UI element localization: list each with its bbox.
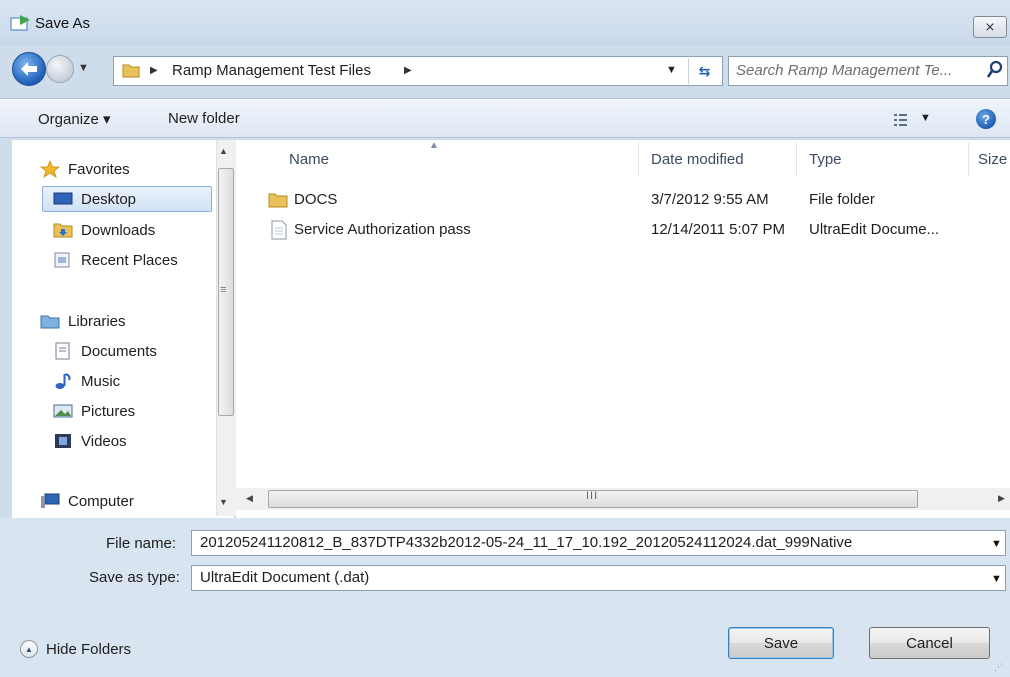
downloads-folder-icon — [53, 223, 73, 238]
new-folder-button[interactable]: New folder — [168, 110, 240, 127]
window-title: Save As — [35, 15, 91, 32]
folder-icon — [268, 193, 288, 208]
refresh-icon[interactable]: ⇆ — [688, 58, 720, 84]
nav-favorites-label: Favorites — [68, 160, 130, 178]
address-dropdown-icon[interactable]: ▼ — [666, 64, 677, 76]
save-button[interactable]: Save — [728, 627, 834, 659]
hide-folders-label: Hide Folders — [46, 640, 132, 658]
file-name: DOCS — [294, 191, 338, 208]
nav-item-downloads[interactable]: Downloads — [53, 217, 155, 243]
cancel-button[interactable]: Cancel — [869, 627, 990, 659]
file-type: File folder — [809, 191, 875, 208]
search-icon[interactable] — [986, 60, 1004, 80]
file-name: Service Authorization pass — [294, 221, 471, 238]
scroll-grip-icon: III — [586, 490, 599, 502]
back-button[interactable] — [12, 52, 46, 86]
nav-item-music[interactable]: Music — [53, 368, 120, 394]
column-header-type[interactable]: Type — [809, 151, 842, 168]
resize-grip-icon[interactable]: ⋰ — [994, 662, 1003, 673]
chevron-up-icon: ▲ — [20, 640, 38, 658]
views-dropdown-icon[interactable]: ▼ — [920, 112, 931, 124]
star-icon — [40, 160, 60, 178]
column-divider[interactable] — [968, 142, 969, 176]
computer-icon — [41, 493, 60, 508]
search-placeholder[interactable]: Search Ramp Management Te... — [736, 62, 952, 79]
save-as-icon — [10, 15, 30, 31]
command-toolbar — [0, 98, 1010, 138]
nav-computer[interactable]: Computer — [40, 488, 134, 514]
file-row[interactable]: Service Authorization pass 12/14/2011 5:… — [266, 218, 1006, 244]
nav-libraries-label: Libraries — [68, 312, 126, 330]
nav-libraries[interactable]: Libraries — [40, 308, 126, 334]
nav-item-recent-places[interactable]: Recent Places — [53, 247, 178, 273]
breadcrumb-arrow-icon[interactable]: ▶ — [404, 65, 412, 76]
file-type: UltraEdit Docume... — [809, 221, 940, 238]
scroll-right-icon[interactable]: ▶ — [998, 493, 1005, 504]
nav-item-label: Videos — [81, 432, 127, 450]
save-as-type-label: Save as type: — [89, 569, 180, 586]
close-button[interactable]: ⨯ — [973, 16, 1007, 38]
music-icon — [55, 373, 71, 389]
nav-item-videos[interactable]: Videos — [53, 428, 127, 454]
scroll-left-icon[interactable]: ◀ — [246, 493, 253, 504]
hide-folders-button[interactable]: ▲ Hide Folders — [20, 640, 131, 658]
save-as-type-select[interactable]: UltraEdit Document (.dat) — [191, 565, 1006, 591]
nav-favorites[interactable]: Favorites — [40, 156, 130, 182]
scroll-grip-icon: ≡ — [220, 284, 227, 296]
nav-item-desktop[interactable]: Desktop — [42, 186, 212, 212]
file-name-dropdown-icon[interactable]: ▼ — [991, 538, 1002, 550]
save-as-type-dropdown-icon[interactable]: ▼ — [991, 573, 1002, 585]
sort-ascending-icon: ▲ — [429, 140, 439, 151]
nav-item-label: Documents — [81, 342, 157, 360]
nav-computer-label: Computer — [68, 492, 134, 510]
file-name-label: File name: — [106, 535, 177, 552]
libraries-icon — [40, 315, 60, 329]
column-header-date-modified[interactable]: Date modified — [651, 151, 744, 168]
column-header-name[interactable]: Name — [289, 151, 329, 168]
pictures-icon — [53, 404, 73, 418]
desktop-icon — [53, 192, 73, 205]
file-date: 12/14/2011 5:07 PM — [651, 221, 785, 238]
recent-places-icon — [54, 252, 70, 268]
nav-item-label: Recent Places — [81, 251, 178, 269]
views-icon[interactable] — [893, 112, 919, 128]
scroll-down-icon[interactable]: ▼ — [219, 497, 228, 507]
organize-button[interactable]: Organize ▾ — [38, 110, 111, 128]
forward-button[interactable] — [46, 55, 74, 83]
title-bar — [0, 0, 1010, 46]
help-icon[interactable]: ? — [976, 109, 996, 129]
column-divider[interactable] — [638, 142, 639, 176]
documents-icon — [55, 342, 70, 360]
nav-item-documents[interactable]: Documents — [53, 338, 157, 364]
column-divider[interactable] — [796, 142, 797, 176]
nav-item-pictures[interactable]: Pictures — [53, 398, 135, 424]
back-arrow-icon — [21, 62, 37, 76]
history-dropdown-icon[interactable]: ▼ — [78, 62, 92, 74]
breadcrumb-arrow-icon[interactable]: ▶ — [150, 65, 158, 76]
videos-icon — [55, 434, 71, 448]
nav-item-label: Downloads — [81, 221, 156, 239]
column-header-size[interactable]: Size — [978, 151, 1007, 168]
folder-icon — [122, 64, 140, 78]
nav-item-label: Pictures — [81, 402, 136, 420]
nav-item-label: Desktop — [81, 190, 137, 208]
nav-item-label: Music — [81, 372, 121, 390]
breadcrumb-path[interactable]: Ramp Management Test Files — [172, 62, 371, 79]
scroll-up-icon[interactable]: ▲ — [219, 146, 228, 156]
document-icon — [271, 220, 287, 240]
file-name-input[interactable]: 201205241120812_B_837DTP4332b2012-05-24_… — [191, 530, 1006, 556]
file-date: 3/7/2012 9:55 AM — [651, 191, 769, 208]
file-row[interactable]: DOCS 3/7/2012 9:55 AM File folder — [266, 188, 1006, 214]
